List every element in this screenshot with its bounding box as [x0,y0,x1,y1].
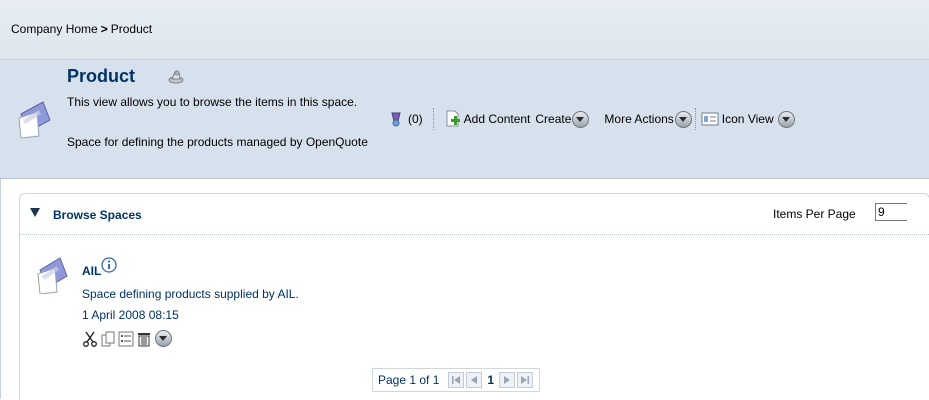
rules-count: (0) [408,112,423,126]
last-page-icon[interactable] [517,372,534,388]
prev-page-icon[interactable] [466,372,483,388]
toolbar-divider [432,108,434,130]
cut-icon[interactable] [82,331,98,347]
space-description: Space defining products supplied by AIL. [82,287,299,301]
view-mode-menu[interactable]: Icon View [701,110,795,128]
details-icon[interactable] [118,331,134,347]
add-content-icon [446,110,460,127]
items-per-page-input[interactable] [875,203,907,221]
space-modified-date: 1 April 2008 08:15 [82,308,179,322]
more-actions-menu[interactable]: More Actions [604,110,692,128]
panel-title[interactable]: Browse Spaces [53,208,142,222]
add-content-label: Add Content [463,112,531,126]
more-actions-label: More Actions [604,112,674,126]
page-title: Product [67,66,136,86]
icon-view-icon [701,112,719,126]
info-icon[interactable] [101,257,117,276]
browse-spaces-panel: Browse Spaces Items Per Page AIL Space d… [19,193,929,400]
space-description: Space for defining the products managed … [67,135,368,149]
toolbar-divider [694,108,696,130]
view-description: This view allows you to browse the items… [67,95,358,109]
panel-header: Browse Spaces Items Per Page [20,194,929,235]
breadcrumb-product[interactable]: Product [111,22,152,36]
space-header: Product This view allows you to browse t… [0,60,929,179]
space-icon[interactable] [36,254,72,297]
breadcrumb-separator: > [100,22,108,36]
action-toolbar: (0) Add Content Create More Actions Icon… [388,108,795,130]
rss-icon[interactable] [166,69,186,88]
create-label: Create [535,112,572,126]
more-icon[interactable] [155,330,172,347]
add-content-button[interactable]: Add Content [444,110,531,128]
collapse-toggle-icon[interactable] [30,208,40,217]
chevron-down-icon [674,110,692,128]
items-per-page-label: Items Per Page [773,207,856,221]
chevron-down-icon [572,110,590,128]
chevron-down-icon [777,110,795,128]
space-icon [17,98,55,141]
item-actions [82,330,172,347]
rules-icon [391,112,401,127]
breadcrumb-bar: Company Home > Product [0,0,929,60]
page-count: Page 1 of 1 [378,373,440,387]
breadcrumb: Company Home > Product [11,22,152,36]
view-mode-label: Icon View [721,112,774,126]
copy-icon[interactable] [100,331,116,347]
pagination: Page 1 of 1 1 [372,368,541,392]
next-page-icon[interactable] [499,372,516,388]
create-menu[interactable]: Create [535,110,590,128]
delete-icon[interactable] [136,331,152,347]
breadcrumb-company-home[interactable]: Company Home [11,22,98,36]
space-name-link[interactable]: AIL [82,264,101,278]
first-page-icon[interactable] [448,372,465,388]
rules-button[interactable]: (0) [388,111,423,127]
current-page: 1 [487,373,495,387]
